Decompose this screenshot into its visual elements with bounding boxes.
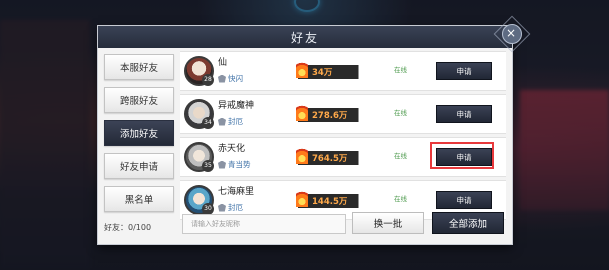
friend-count: 好友：0/100 — [104, 223, 152, 232]
list-item: 28 仙 快闪 34万 在线 申请 — [180, 51, 506, 91]
fire-icon — [296, 189, 308, 207]
clan-name: 快闪 — [228, 74, 243, 83]
fire-icon — [296, 60, 308, 78]
clan-name: 封厄 — [228, 203, 243, 212]
fire-icon — [296, 146, 308, 164]
clan-icon — [218, 203, 226, 212]
online-status: 在线 — [394, 109, 407, 117]
refresh-button[interactable]: 换一批 — [352, 212, 424, 234]
close-icon[interactable]: × — [502, 24, 522, 44]
level-badge: 34 — [202, 117, 214, 129]
sidebar-item-blacklist[interactable]: 黑名单 — [104, 186, 174, 212]
online-status: 在线 — [394, 66, 407, 74]
clan-label: 青当势 — [218, 159, 251, 170]
clan-label: 封厄 — [218, 116, 243, 127]
level-badge: 28 — [202, 74, 214, 86]
apply-button[interactable]: 申请 — [436, 105, 492, 123]
sidebar-item-friend-requests[interactable]: 好友申请 — [104, 153, 174, 179]
power-bar — [298, 65, 372, 79]
highlight-box — [430, 142, 494, 169]
clan-name: 封厄 — [228, 117, 243, 126]
apply-button[interactable]: 申请 — [436, 191, 492, 209]
clan-icon — [218, 160, 226, 169]
sidebar-item-add-friends[interactable]: 添加好友 — [104, 120, 174, 146]
clan-name: 青当势 — [228, 160, 251, 169]
list-item: 35 赤天化 青当势 764.5万 在线 申请 — [180, 137, 506, 177]
power-value: 34万 — [312, 68, 333, 78]
level-badge: 35 — [202, 160, 214, 172]
dialog-titlebar: 好友 × — [98, 24, 522, 48]
player-name: 七海麻里 — [218, 187, 255, 197]
power-value: 764.5万 — [312, 154, 348, 164]
sidebar-item-cross-server-friends[interactable]: 跨服好友 — [104, 87, 174, 113]
power-value: 278.6万 — [312, 111, 348, 121]
clan-label: 封厄 — [218, 202, 243, 213]
fire-icon — [296, 103, 308, 121]
add-all-button[interactable]: 全部添加 — [432, 212, 504, 234]
online-status: 在线 — [394, 195, 407, 203]
power-value: 144.5万 — [312, 197, 348, 207]
apply-button[interactable]: 申请 — [436, 62, 492, 80]
clan-label: 快闪 — [218, 73, 243, 84]
sidebar: 本服好友 跨服好友 添加好友 好友申请 黑名单 — [104, 54, 174, 219]
clan-icon — [218, 74, 226, 83]
sidebar-item-server-friends[interactable]: 本服好友 — [104, 54, 174, 80]
online-status: 在线 — [394, 152, 407, 160]
friends-dialog: 好友 × 本服好友 跨服好友 添加好友 好友申请 黑名单 好友：0/100 28… — [98, 24, 522, 244]
list-item: 34 异戒魔神 封厄 278.6万 在线 申请 — [180, 94, 506, 134]
dialog-title: 好友 — [290, 30, 319, 45]
player-name: 仙 — [218, 58, 228, 68]
player-name: 赤天化 — [218, 144, 246, 154]
search-input[interactable]: 请输入好友昵称 — [182, 214, 346, 234]
player-name: 异戒魔神 — [218, 101, 255, 111]
clan-icon — [218, 117, 226, 126]
recommend-list: 28 仙 快闪 34万 在线 申请 34 异戒魔神 封厄 278.6万 在线 申… — [180, 51, 506, 223]
